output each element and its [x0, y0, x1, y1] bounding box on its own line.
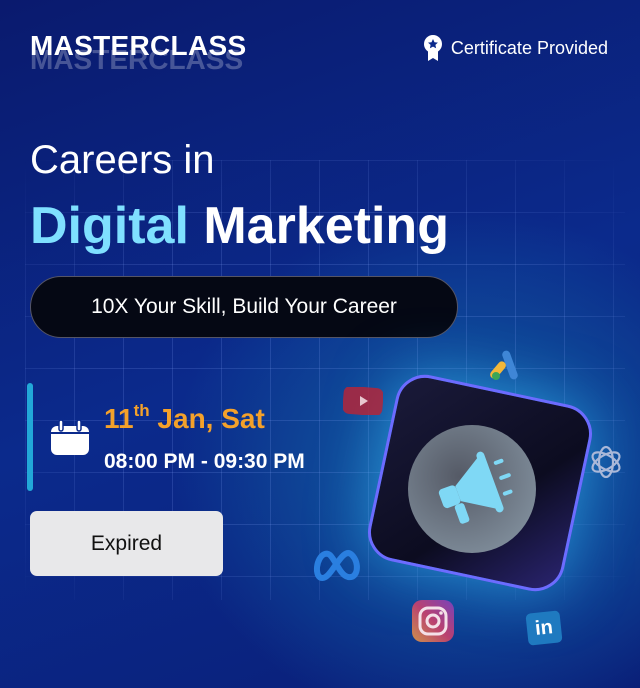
award-badge-icon	[423, 35, 442, 61]
headline-line2: Digital Marketing	[30, 196, 449, 256]
brand-title: MASTERCLASS	[30, 30, 247, 61]
expired-button[interactable]: Expired	[30, 511, 223, 576]
headline-rest: Marketing	[188, 197, 449, 255]
date-rest: Jan, Sat	[149, 403, 265, 434]
google-ads-icon	[490, 350, 518, 380]
event-date: 11th Jan, Sat	[104, 401, 265, 435]
certificate-label: Certificate Provided	[450, 37, 608, 58]
tagline-pill: 10X Your Skill, Build Your Career	[30, 276, 458, 338]
date-suffix: th	[133, 401, 150, 420]
calendar-icon	[51, 420, 89, 455]
certificate-badge: Certificate Provided	[423, 34, 608, 62]
accent-bar	[27, 383, 33, 491]
headline-line1: Careers in	[30, 138, 215, 182]
meta-icon	[314, 550, 360, 581]
instagram-icon	[412, 600, 454, 642]
headline-accent: Digital	[30, 197, 189, 255]
megaphone-icon	[438, 451, 513, 524]
openai-icon	[591, 445, 621, 479]
date-day: 11	[104, 403, 134, 434]
youtube-icon	[343, 387, 383, 415]
masterclass-card: MASTERCLASS MASTERCLASS Certificate Prov…	[0, 0, 640, 688]
event-time: 08:00 PM - 09:30 PM	[104, 450, 305, 473]
linkedin-icon: in	[525, 610, 563, 646]
